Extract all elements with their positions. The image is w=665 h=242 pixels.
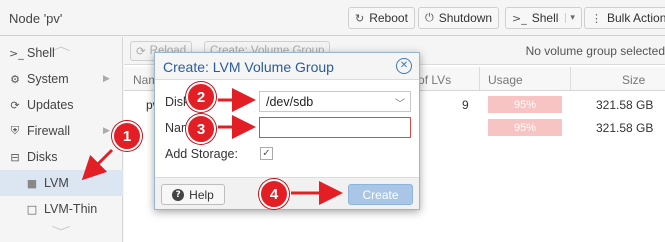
- sidebar-item-label: LVM: [44, 176, 69, 190]
- expand-arrow-icon[interactable]: ▶: [103, 126, 110, 136]
- sidebar-item-lvm-thin[interactable]: □ LVM-Thin: [0, 196, 123, 222]
- add-storage-label: Add Storage:: [165, 147, 238, 161]
- create-button[interactable]: Create: [348, 184, 413, 205]
- checkmark-icon: ✓: [262, 148, 271, 159]
- shell-button[interactable]: >_ Shell ▾: [505, 7, 582, 29]
- sidebar-item-label: Shell: [27, 46, 55, 60]
- cell-lvs: 9: [462, 98, 469, 112]
- reboot-label: Reboot: [369, 11, 408, 25]
- gears-icon: ⚙: [10, 72, 20, 86]
- sidebar-item-label: System: [27, 72, 69, 86]
- selection-status: No volume group selected: [525, 44, 665, 58]
- disk-icon: ⊟: [10, 150, 20, 164]
- square-outline-icon: □: [26, 202, 38, 216]
- more-vertical-icon: ⋮: [591, 11, 602, 25]
- expand-arrow-icon[interactable]: ▶: [103, 74, 110, 84]
- step-badge-1: 1: [112, 121, 142, 151]
- sidebar-item-shell[interactable]: >_ Shell: [0, 40, 123, 66]
- square-icon: ■: [26, 176, 38, 190]
- reload-icon: ⟳: [136, 44, 146, 58]
- terminal-icon: >_: [512, 11, 527, 25]
- sidebar-item-firewall[interactable]: ⛨ Firewall ▶: [0, 118, 123, 144]
- cell-size: 321.58 GB: [596, 121, 654, 135]
- dialog-title-bar: Create: LVM Volume Group ✕: [155, 53, 419, 80]
- shell-menu-chevron-icon[interactable]: ▾: [565, 13, 575, 23]
- create-label: Create: [362, 187, 399, 202]
- node-title: Node 'pv': [9, 11, 63, 26]
- refresh-icon: ⟳: [10, 98, 20, 112]
- scroll-down-chevron-icon[interactable]: ﹀: [51, 223, 70, 240]
- step-badge-4: 4: [259, 179, 289, 209]
- step-badge-2: 2: [186, 82, 216, 112]
- add-storage-checkbox[interactable]: ✓: [260, 147, 273, 160]
- sidebar-item-label: Firewall: [27, 124, 71, 138]
- name-field[interactable]: [259, 117, 411, 138]
- help-label: Help: [189, 187, 214, 202]
- sidebar-item-label: Updates: [27, 98, 74, 112]
- shutdown-label: Shutdown: [438, 11, 493, 25]
- help-button[interactable]: ? Help: [161, 184, 225, 205]
- sidebar: ︿ >_ Shell ⚙ System ▶ ⟳ Updates ⛨ Firewa…: [0, 37, 123, 242]
- dialog-title: Create: LVM Volume Group: [163, 59, 334, 75]
- close-icon[interactable]: ✕: [396, 58, 412, 74]
- reboot-button[interactable]: ↻ Reboot: [348, 7, 415, 29]
- help-icon: ?: [172, 188, 185, 201]
- usage-bar: 95%: [488, 96, 562, 113]
- column-separator: [570, 67, 571, 91]
- shell-label: Shell: [531, 11, 559, 25]
- shutdown-button[interactable]: ⏻ Shutdown: [418, 7, 500, 29]
- column-header-usage[interactable]: Usage: [488, 73, 523, 87]
- bulk-actions-label: Bulk Actions: [607, 11, 665, 25]
- bulk-actions-button[interactable]: ⋮ Bulk Actions: [584, 7, 665, 29]
- disk-select-value: /dev/sdb: [266, 95, 314, 109]
- sidebar-item-system[interactable]: ⚙ System ▶: [0, 66, 123, 92]
- sidebar-item-lvm[interactable]: ■ LVM: [0, 170, 123, 196]
- sidebar-item-label: LVM-Thin: [44, 202, 98, 216]
- disk-select[interactable]: /dev/sdb ﹀: [259, 91, 411, 112]
- sidebar-item-disks[interactable]: ⊟ Disks: [0, 144, 123, 170]
- shield-icon: ⛨: [10, 124, 20, 137]
- chevron-down-icon[interactable]: ﹀: [395, 95, 405, 110]
- reboot-icon: ↻: [355, 11, 365, 25]
- cell-size: 321.58 GB: [596, 98, 654, 112]
- sidebar-item-label: Disks: [27, 150, 58, 164]
- column-separator: [479, 67, 480, 91]
- step-badge-3: 3: [186, 114, 216, 144]
- sidebar-item-updates[interactable]: ⟳ Updates: [0, 92, 123, 118]
- usage-bar: 95%: [488, 119, 562, 136]
- column-header-size[interactable]: Size: [622, 73, 645, 87]
- terminal-icon: >_: [9, 46, 24, 60]
- power-icon: ⏻: [425, 11, 434, 24]
- node-header: Node 'pv' ↻ Reboot ⏻ Shutdown >_ Shell ▾…: [0, 0, 665, 36]
